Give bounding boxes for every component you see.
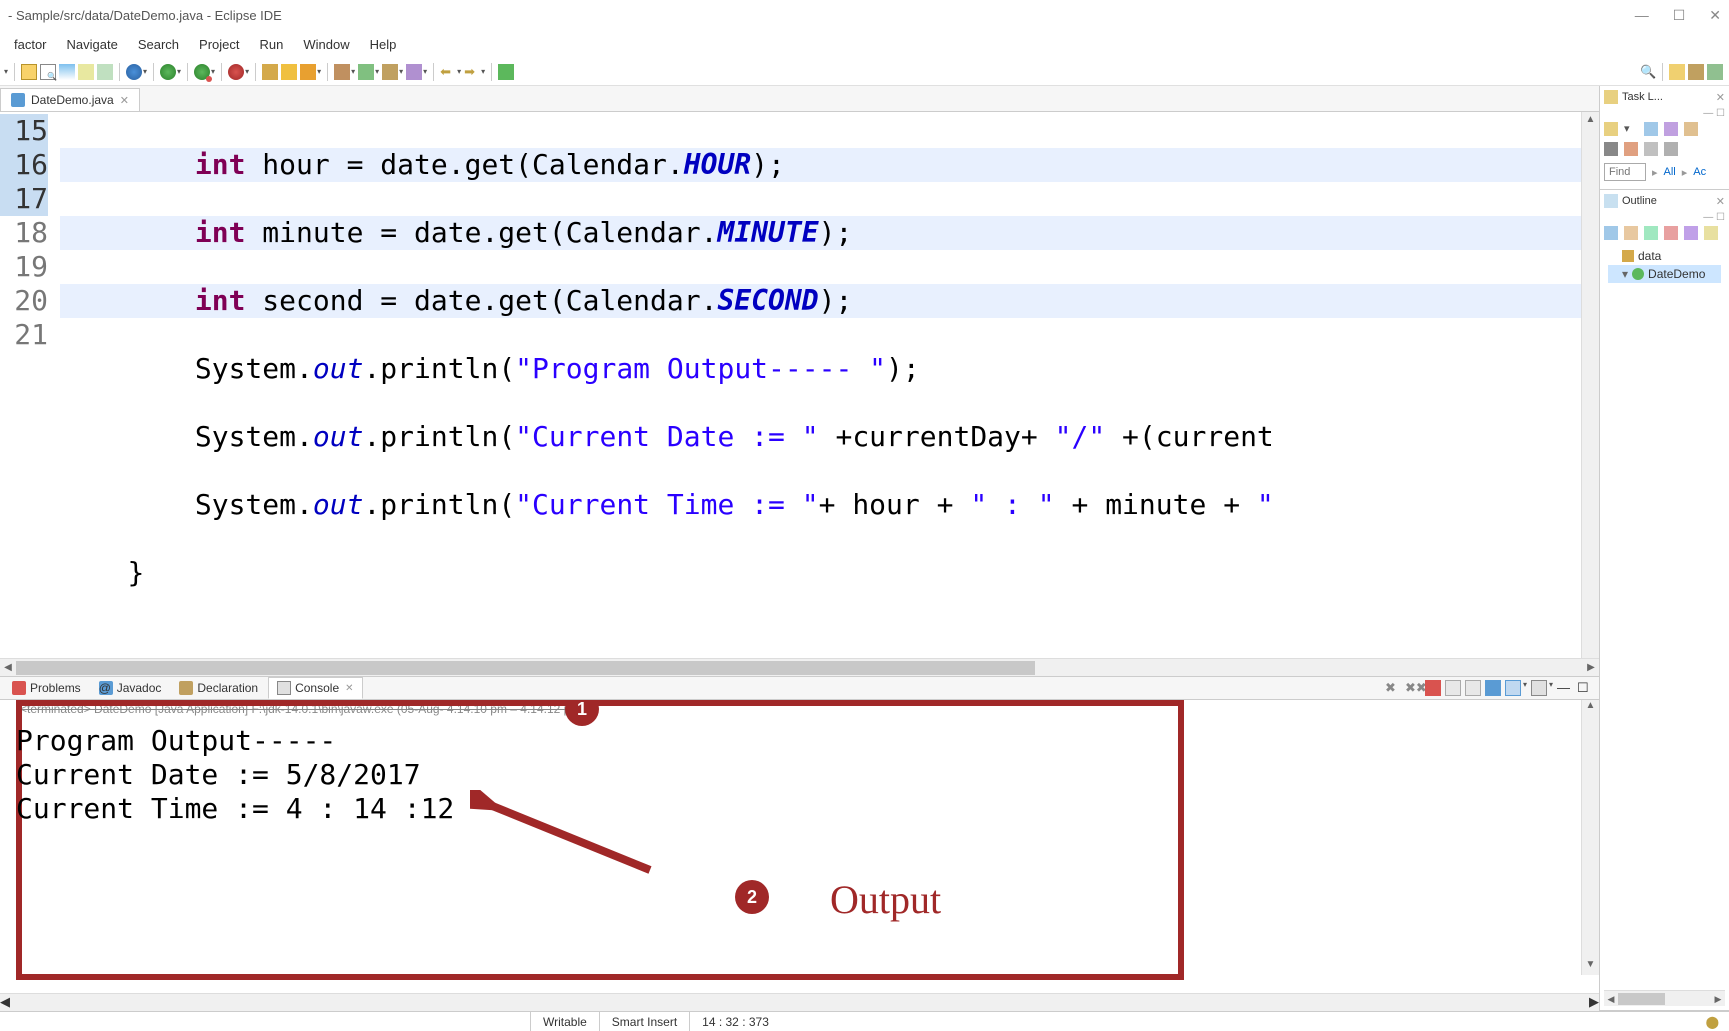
hide-nonpublic-icon[interactable]	[1664, 226, 1678, 240]
editor-tab[interactable]: DateDemo.java ✕	[0, 88, 140, 111]
open-task-icon[interactable]	[300, 64, 316, 80]
forward-icon[interactable]: ➡	[464, 64, 480, 80]
terminate-icon[interactable]	[1425, 680, 1441, 696]
skip-breakpoints-icon[interactable]	[126, 64, 142, 80]
pin-console-icon[interactable]	[1485, 680, 1501, 696]
hide-fields-icon[interactable]	[1624, 226, 1638, 240]
new-task-icon[interactable]	[1604, 122, 1618, 136]
new-java-icon[interactable]	[334, 64, 350, 80]
scroll-lock-icon[interactable]	[1465, 680, 1481, 696]
perspective-debug-icon[interactable]	[1688, 64, 1704, 80]
back-icon[interactable]: ⬅	[440, 64, 456, 80]
close-button[interactable]: ✕	[1709, 7, 1721, 24]
display-console-icon[interactable]	[1505, 680, 1521, 696]
new-interface-icon[interactable]	[406, 64, 422, 80]
focus-active-icon[interactable]	[1704, 226, 1718, 240]
min-view-icon[interactable]: —	[1557, 680, 1573, 696]
tab-javadoc[interactable]: @Javadoc	[91, 678, 170, 698]
hide-static-icon[interactable]	[1644, 226, 1658, 240]
open-console-icon[interactable]	[1531, 680, 1547, 696]
annotation-icon[interactable]	[59, 64, 75, 80]
hide-icon[interactable]	[1664, 142, 1678, 156]
remove-all-icon[interactable]: ✖✖	[1405, 680, 1421, 696]
badge-2: 2	[735, 880, 769, 914]
close-tab-icon[interactable]: ✕	[120, 94, 129, 107]
arrow-2-icon	[470, 790, 670, 890]
pin-icon[interactable]	[498, 64, 514, 80]
editor-vscroll[interactable]: ▲	[1581, 112, 1599, 658]
task-list-title: Task L...	[1622, 91, 1663, 103]
line-gutter: 15 16 17 18 19 20 21	[0, 112, 60, 658]
minimize-button[interactable]: —	[1635, 7, 1649, 24]
bookmark-icon[interactable]	[97, 64, 113, 80]
outline-title: Outline	[1622, 195, 1657, 207]
remove-launch-icon[interactable]: ✖	[1385, 680, 1401, 696]
bottom-tab-bar: Problems @Javadoc Declaration Console✕ ✖…	[0, 676, 1599, 700]
find-input[interactable]	[1604, 163, 1646, 181]
search-icon[interactable]: 🔍	[40, 64, 56, 80]
presentation-icon[interactable]	[1644, 142, 1658, 156]
status-insert: Smart Insert	[599, 1012, 689, 1031]
arrow-1-icon	[580, 700, 720, 712]
status-bar: Writable Smart Insert 14 : 32 : 373 ⬤	[0, 1011, 1729, 1031]
perspective-java-icon[interactable]	[1669, 64, 1685, 80]
run-icon[interactable]	[160, 64, 176, 80]
categorize-icon[interactable]	[1644, 122, 1658, 136]
tool-bar: ▾ 🔍 ▾ ▾ ▾ ▾ ▾ ▾ ▾ ▾ ▾ ⬅▾ ➡▾ 🔍	[0, 58, 1729, 86]
code-editor[interactable]: int hour = date.get(Calendar.HOUR); int …	[60, 112, 1581, 658]
window-title: - Sample/src/data/DateDemo.java - Eclips…	[8, 8, 282, 23]
menu-search[interactable]: Search	[128, 33, 189, 56]
output-annotation: Output	[830, 876, 941, 923]
max-view-icon[interactable]: ☐	[1577, 680, 1593, 696]
link-icon[interactable]	[1624, 142, 1638, 156]
focus-icon[interactable]	[1604, 142, 1618, 156]
perspective-other-icon[interactable]	[1707, 64, 1723, 80]
open-type-icon[interactable]	[21, 64, 37, 80]
new-class-icon[interactable]	[281, 64, 297, 80]
find-all-link[interactable]: All	[1664, 166, 1676, 178]
tab-console[interactable]: Console✕	[268, 677, 362, 699]
console-vscroll[interactable]: ▲ ▼	[1581, 700, 1599, 975]
menu-help[interactable]: Help	[360, 33, 407, 56]
java-file-icon	[11, 93, 25, 107]
quick-access-icon[interactable]: 🔍	[1640, 64, 1656, 80]
status-build-icon: ⬤	[1706, 1015, 1729, 1029]
menu-navigate[interactable]: Navigate	[57, 33, 128, 56]
outline-icon	[1604, 194, 1618, 208]
console-hscroll[interactable]: ◀▶	[0, 993, 1599, 1011]
new-aspect-icon[interactable]	[382, 64, 398, 80]
new-package-icon[interactable]	[262, 64, 278, 80]
collapse-icon[interactable]	[1684, 122, 1698, 136]
menu-project[interactable]: Project	[189, 33, 249, 56]
menu-bar: factor Navigate Search Project Run Windo…	[0, 30, 1729, 58]
editor-hscroll[interactable]: ◀ ▶	[0, 658, 1599, 676]
console-output[interactable]: Program Output----- Current Date := 5/8/…	[16, 724, 454, 826]
outline-view: Outline✕ — ☐ data ▾DateDemo ◀▶	[1600, 190, 1729, 1011]
close-console-icon[interactable]: ✕	[345, 683, 353, 694]
menu-run[interactable]: Run	[250, 33, 294, 56]
tab-problems[interactable]: Problems	[4, 678, 89, 698]
new-junit-icon[interactable]	[358, 64, 374, 80]
sort-icon[interactable]	[1604, 226, 1618, 240]
outline-item-class[interactable]: ▾DateDemo	[1608, 265, 1721, 283]
maximize-button[interactable]: ☐	[1673, 7, 1686, 24]
menu-refactor[interactable]: factor	[4, 33, 57, 56]
ext-tools-icon[interactable]	[228, 64, 244, 80]
status-writable: Writable	[530, 1012, 599, 1031]
hide-local-icon[interactable]	[1684, 226, 1698, 240]
coverage-icon[interactable]	[194, 64, 210, 80]
outline-hscroll[interactable]: ◀▶	[1604, 990, 1725, 1006]
find-activate-link[interactable]: Ac	[1693, 166, 1706, 178]
tab-declaration[interactable]: Declaration	[171, 678, 266, 698]
console-view: <terminated> DateDemo [Java Application]…	[0, 700, 1599, 993]
menu-window[interactable]: Window	[293, 33, 359, 56]
clear-console-icon[interactable]	[1445, 680, 1461, 696]
task-icon[interactable]	[78, 64, 94, 80]
sync-icon[interactable]	[1664, 122, 1678, 136]
outline-item-package[interactable]: data	[1608, 247, 1721, 265]
task-list-icon	[1604, 90, 1618, 104]
editor-tab-label: DateDemo.java	[31, 93, 114, 107]
task-list-view: Task L...✕ — ☐ ▾ ▸ All ▸ Ac	[1600, 86, 1729, 190]
status-position: 14 : 32 : 373	[689, 1012, 781, 1031]
